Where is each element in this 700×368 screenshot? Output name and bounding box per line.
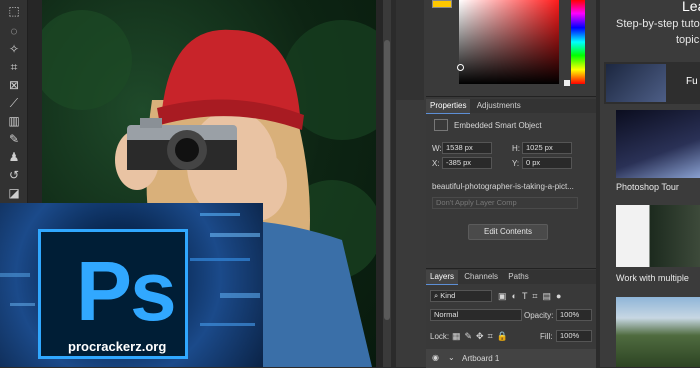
layer-row-artboard[interactable]: ◉ ⌄ Artboard 1 [426, 349, 596, 368]
x-label: X: [432, 159, 440, 168]
canvas-scrollbar[interactable] [383, 0, 391, 367]
healing-brush-tool-icon[interactable]: ▥ [4, 112, 24, 130]
marquee-tool-icon[interactable]: ⬚ [4, 2, 24, 20]
tutorial-thumb-1 [606, 64, 666, 102]
layers-tabs: Layers Channels Paths [426, 270, 596, 285]
lock-icons[interactable]: ▦✎✥⌗🔒 [452, 331, 512, 342]
layer-name: Artboard 1 [462, 354, 500, 363]
height-field[interactable]: 1025 px [522, 142, 572, 154]
eyedropper-tool-icon[interactable]: ⟋ [4, 94, 24, 112]
edit-contents-button[interactable]: Edit Contents [468, 224, 548, 240]
watermark-site-text: procrackerz.org [68, 339, 167, 354]
tutorial-caption-2[interactable]: Photoshop Tour [616, 178, 700, 196]
brush-tool-icon[interactable]: ✎ [4, 130, 24, 148]
tutorial-thumb-4[interactable] [616, 297, 700, 367]
clone-stamp-tool-icon[interactable]: ♟ [4, 148, 24, 166]
tab-adjustments[interactable]: Adjustments [473, 99, 525, 113]
learn-subtitle-2: topic [676, 34, 700, 46]
document-canvas[interactable]: Ps procrackerz.org [0, 0, 390, 367]
w-label: W: [432, 144, 442, 153]
y-position-field[interactable]: 0 px [522, 157, 572, 169]
eraser-tool-icon[interactable]: ◪ [4, 184, 24, 202]
width-field[interactable]: 1538 px [442, 142, 492, 154]
y-label: Y: [512, 159, 520, 168]
scrollbar-thumb[interactable] [384, 40, 390, 320]
linked-filename: beautiful-photographer-is-taking-a-pict.… [432, 182, 574, 191]
opacity-field[interactable]: 100% [556, 309, 592, 321]
blend-mode-select[interactable]: Normal [430, 309, 522, 321]
filter-kind-value: Kind [440, 291, 456, 300]
h-label: H: [512, 144, 520, 153]
fill-label: Fill: [540, 332, 553, 341]
magic-wand-tool-icon[interactable]: ✧ [4, 40, 24, 58]
ps-logo-text: Ps [76, 244, 177, 338]
properties-tabs: Properties Adjustments [426, 99, 596, 114]
tab-properties[interactable]: Properties [426, 99, 471, 114]
lock-label: Lock: [430, 332, 450, 341]
tab-paths[interactable]: Paths [504, 270, 532, 284]
foreground-color-swatch[interactable] [432, 0, 452, 8]
learn-subtitle-1: Step-by-step tutor [616, 18, 700, 30]
panel-dock-strip [396, 0, 424, 100]
opacity-label: Opacity: [524, 311, 554, 320]
eye-visibility-icon[interactable]: ◉ [432, 353, 439, 362]
lasso-tool-icon[interactable]: ◌ [4, 22, 24, 40]
fill-field[interactable]: 100% [556, 330, 592, 342]
hue-slider[interactable] [571, 0, 585, 84]
photoshop-logo-overlay: Ps procrackerz.org [0, 203, 263, 367]
learn-title: Lea [682, 0, 700, 14]
x-position-field[interactable]: -385 px [442, 157, 492, 169]
history-brush-tool-icon[interactable]: ↺ [4, 166, 24, 184]
tutorial-caption-3[interactable]: Work with multiple [616, 269, 700, 287]
tutorial-thumb-3[interactable] [616, 205, 700, 267]
tab-channels[interactable]: Channels [460, 270, 502, 284]
tutorial-thumb-2[interactable] [616, 110, 700, 178]
properties-panel: Properties Adjustments Embedded Smart Ob… [426, 96, 596, 264]
tab-layers[interactable]: Layers [426, 270, 459, 285]
tutorial-caption-1: Fu [686, 76, 698, 87]
smart-object-icon [434, 119, 448, 131]
tutorial-card-fundamentals[interactable]: Fu [604, 62, 700, 104]
object-type-label: Embedded Smart Object [454, 121, 542, 130]
hue-slider-marker[interactable] [564, 80, 570, 86]
frame-tool-icon[interactable]: ⊠ [4, 76, 24, 94]
color-picker-handle[interactable] [457, 64, 464, 71]
layers-panel: Layers Channels Paths ⌕ Kind ▣◐T⌗▤● Norm… [426, 268, 596, 368]
chevron-down-icon[interactable]: ⌄ [448, 353, 455, 362]
crop-tool-icon[interactable]: ⌗ [4, 58, 24, 76]
layer-filter-icons[interactable]: ▣◐T⌗▤● [498, 291, 566, 302]
color-picker-field[interactable] [457, 0, 559, 84]
layer-filter-select[interactable]: ⌕ Kind [430, 290, 492, 302]
layer-comp-select[interactable]: Don't Apply Layer Comp [432, 197, 578, 209]
